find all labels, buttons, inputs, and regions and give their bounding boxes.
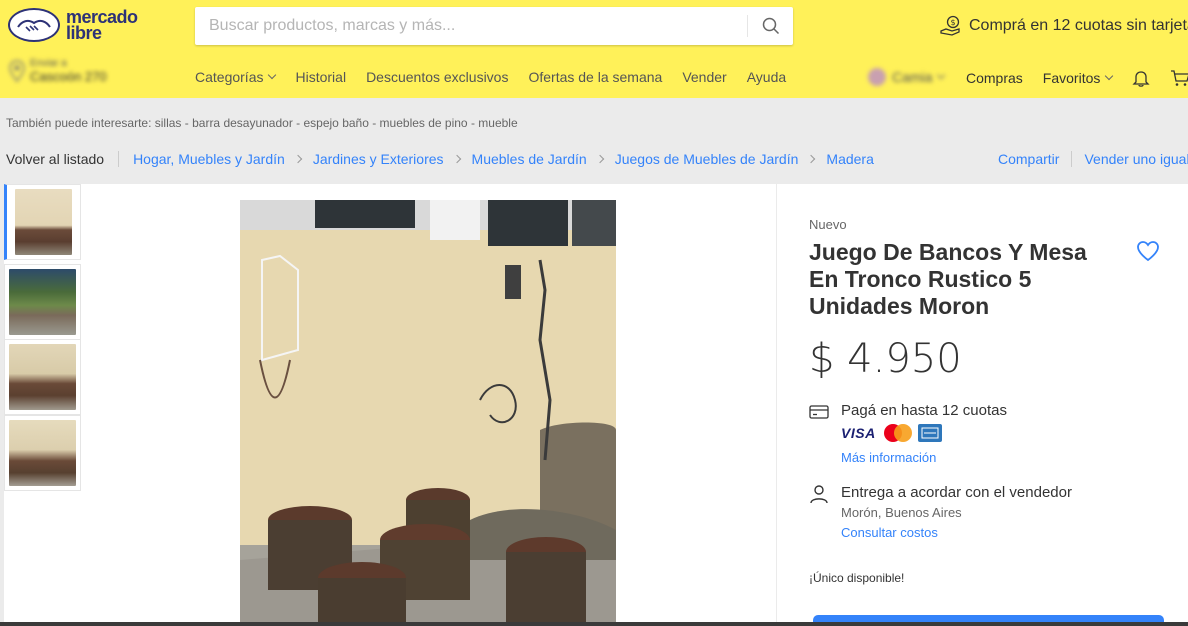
chevron-down-icon (268, 70, 277, 80)
share-link[interactable]: Compartir (998, 151, 1059, 167)
stock-status: ¡Único disponible! (809, 571, 905, 585)
chevron-right-icon (452, 154, 461, 164)
breadcrumb-separator (118, 151, 120, 167)
product-title: Juego De Bancos Y Mesa En Tronco Rustico… (809, 239, 1087, 319)
delivery-location[interactable]: Enviar a Cascoón 270 (8, 58, 107, 84)
panel-divider (776, 184, 777, 626)
breadcrumb-item[interactable]: Juegos de Muebles de Jardín (615, 151, 799, 167)
cart-button[interactable] (1170, 69, 1188, 87)
logo-wordmark: mercado libre (66, 8, 138, 43)
location-value: Cascoón 270 (30, 69, 107, 84)
breadcrumb-item[interactable]: Jardines y Exteriores (313, 151, 444, 167)
search-input[interactable] (195, 7, 747, 45)
product-price: $ 4.950 (809, 336, 962, 382)
thumbnail-image (9, 344, 76, 410)
user-name: Camia (892, 69, 933, 85)
favorites-label: Favoritos (1042, 70, 1101, 86)
nav-discounts[interactable]: Descuentos exclusivos (366, 69, 508, 85)
money-hand-icon: $ (940, 15, 960, 36)
nav-categories[interactable]: Categorías (195, 69, 277, 85)
breadcrumb-item[interactable]: Muebles de Jardín (472, 151, 587, 167)
breadcrumb: Volver al listado Hogar, Muebles y Jardí… (6, 151, 874, 167)
nav-history[interactable]: Historial (295, 69, 346, 85)
person-icon (810, 485, 828, 504)
search-icon (762, 17, 779, 35)
cart-icon (1171, 70, 1188, 86)
location-pin-icon (9, 60, 25, 82)
logo-line-2: libre (66, 23, 102, 43)
installments-promo[interactable]: $ Comprá en 12 cuotas sin tarjeta (940, 15, 1188, 37)
bottom-edge (0, 622, 1188, 626)
user-menu[interactable]: Camia (868, 68, 946, 86)
share-actions: Compartir Vender uno igual (998, 151, 1188, 167)
chevron-right-icon (595, 154, 604, 164)
svg-text:$: $ (950, 18, 955, 27)
thumbnail-3[interactable] (4, 339, 81, 415)
seller-location: Morón, Buenos Aires (841, 505, 962, 520)
product-condition: Nuevo (809, 217, 847, 232)
product-photo (240, 200, 616, 626)
thumbnail-image (15, 189, 72, 255)
purchases-link[interactable]: Compras (966, 70, 1023, 86)
mastercard-icon (883, 424, 912, 442)
account-nav: Compras Favoritos (966, 69, 1188, 87)
shipping-costs-link[interactable]: Consultar costos (841, 525, 938, 540)
product-panel: Nuevo Juego De Bancos Y Mesa En Tronco R… (4, 184, 1188, 626)
main-nav: Categorías Historial Descuentos exclusiv… (195, 69, 806, 85)
search-button[interactable] (748, 7, 793, 45)
notifications-button[interactable] (1132, 69, 1150, 87)
related-searches[interactable]: También puede interesarte: sillas - barr… (6, 116, 518, 130)
thumbnail-2[interactable] (4, 264, 81, 340)
promo-text: Comprá en 12 cuotas sin tarjeta (969, 17, 1188, 34)
sell-same-link[interactable]: Vender uno igual (1084, 151, 1188, 167)
add-to-favorites-button[interactable] (1136, 240, 1160, 267)
nav-sell[interactable]: Vender (682, 69, 726, 85)
nav-categories-label: Categorías (195, 69, 264, 85)
search-bar (195, 7, 793, 45)
chevron-down-icon (1105, 71, 1114, 81)
product-main-image[interactable] (240, 200, 616, 626)
chevron-right-icon (807, 154, 816, 164)
shipping-title: Entrega a acordar con el vendedor (841, 484, 1072, 501)
avatar (868, 68, 886, 86)
chevron-down-icon (937, 70, 946, 80)
mercadolibre-logo[interactable]: mercado libre (8, 8, 138, 42)
chevron-right-icon (293, 154, 303, 164)
breadcrumb-item[interactable]: Hogar, Muebles y Jardín (133, 151, 285, 167)
handshake-icon (8, 8, 60, 42)
amex-icon (917, 424, 942, 442)
bell-icon (1132, 71, 1150, 87)
nav-help[interactable]: Ayuda (747, 69, 786, 85)
payment-methods: VISA (841, 424, 942, 442)
header: mercado libre $ Comprá en 12 cuotas sin … (0, 0, 1188, 98)
share-separator (1071, 151, 1073, 167)
credit-card-icon (809, 405, 829, 419)
heart-icon (1137, 241, 1159, 262)
back-to-list-link[interactable]: Volver al listado (6, 151, 104, 167)
thumbnail-4[interactable] (4, 415, 81, 491)
payment-title: Pagá en hasta 12 cuotas (841, 402, 1007, 419)
nav-offers[interactable]: Ofertas de la semana (528, 69, 662, 85)
thumbnail-image (9, 269, 76, 335)
thumbnail-image (9, 420, 76, 486)
thumbnail-1[interactable] (4, 184, 81, 260)
location-label: Enviar a (30, 58, 67, 69)
breadcrumb-item[interactable]: Madera (826, 151, 873, 167)
favorites-menu[interactable]: Favoritos (1042, 70, 1114, 86)
visa-logo: VISA (841, 425, 876, 441)
payment-more-info-link[interactable]: Más información (841, 450, 936, 465)
